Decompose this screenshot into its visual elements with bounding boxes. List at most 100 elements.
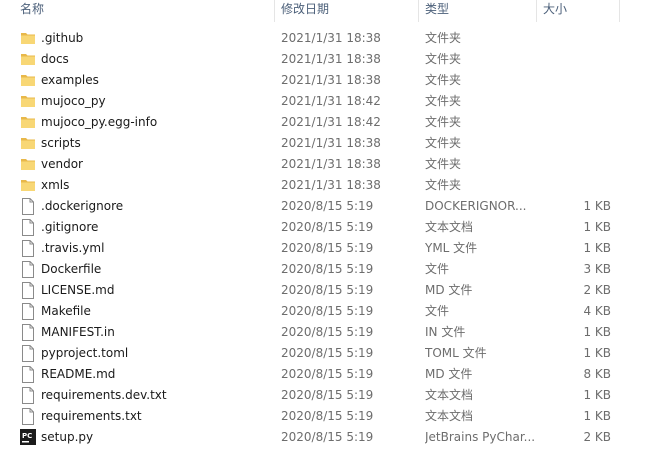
file-modified-date: 2021/1/31 18:38 (281, 31, 381, 45)
file-list: .github 2021/1/31 18:38 文件夹 docs 2021/1/31 1… (0, 28, 669, 448)
file-size: 3 KB (583, 262, 611, 276)
file-modified-date: 2021/1/31 18:38 (281, 136, 381, 150)
file-icon (20, 408, 36, 425)
file-name: mujoco_py.egg-info (41, 115, 158, 129)
file-type: 文件夹 (425, 157, 462, 171)
file-row[interactable]: Dockerfile 2020/8/15 5:19 文件 3 KB (0, 259, 669, 280)
folder-icon (20, 156, 36, 173)
file-row[interactable]: PC setup.py 2020/8/15 5:19 JetBrains PyChar… (0, 427, 669, 448)
file-type: 文本文档 (425, 409, 474, 423)
file-type: 文件夹 (425, 94, 462, 108)
file-modified-date: 2020/8/15 5:19 (281, 241, 374, 255)
file-type: 文件夹 (425, 52, 462, 66)
file-modified-date: 2021/1/31 18:38 (281, 178, 381, 192)
folder-icon (20, 72, 36, 89)
file-type: 文件夹 (425, 115, 462, 129)
file-row[interactable]: requirements.txt 2020/8/15 5:19 文本文档 1 KB (0, 406, 669, 427)
file-icon (20, 345, 36, 362)
file-size: 1 KB (583, 346, 611, 360)
pycharm-icon: PC (20, 429, 36, 446)
file-type: MD 文件 (425, 367, 473, 381)
file-name: examples (41, 73, 99, 87)
file-type: 文本文档 (425, 220, 474, 234)
file-row[interactable]: .dockerignore 2020/8/15 5:19 DOCKERIGNOR..… (0, 196, 669, 217)
file-row[interactable]: mujoco_py.egg-info 2021/1/31 18:42 文件夹 (0, 112, 669, 133)
file-size: 1 KB (583, 220, 611, 234)
file-row[interactable]: LICENSE.md 2020/8/15 5:19 MD 文件 2 KB (0, 280, 669, 301)
file-modified-date: 2020/8/15 5:19 (281, 430, 374, 444)
file-row[interactable]: Makefile 2020/8/15 5:19 文件 4 KB (0, 301, 669, 322)
file-name: .travis.yml (41, 241, 105, 255)
file-modified-date: 2020/8/15 5:19 (281, 388, 374, 402)
file-modified-date: 2020/8/15 5:19 (281, 199, 374, 213)
file-row[interactable]: xmls 2021/1/31 18:38 文件夹 (0, 175, 669, 196)
file-icon (20, 261, 36, 278)
file-modified-date: 2020/8/15 5:19 (281, 220, 374, 234)
file-row[interactable]: docs 2021/1/31 18:38 文件夹 (0, 49, 669, 70)
file-modified-date: 2021/1/31 18:42 (281, 115, 381, 129)
file-icon (20, 387, 36, 404)
file-type: MD 文件 (425, 283, 473, 297)
column-header-modified[interactable]: 修改日期 (275, 0, 417, 20)
file-row[interactable]: MANIFEST.in 2020/8/15 5:19 IN 文件 1 KB (0, 322, 669, 343)
file-row[interactable]: requirements.dev.txt 2020/8/15 5:19 文本文档 1 … (0, 385, 669, 406)
column-divider[interactable] (619, 0, 620, 22)
folder-icon (20, 93, 36, 110)
file-name: Makefile (41, 304, 91, 318)
folder-icon (20, 51, 36, 68)
file-size: 1 KB (583, 409, 611, 423)
file-row[interactable]: mujoco_py 2021/1/31 18:42 文件夹 (0, 91, 669, 112)
file-size (540, 28, 611, 49)
file-type: DOCKERIGNOR... (425, 199, 527, 213)
file-name: LICENSE.md (41, 283, 115, 297)
file-type: TOML 文件 (425, 346, 487, 360)
file-row[interactable]: .github 2021/1/31 18:38 文件夹 (0, 28, 669, 49)
file-type: 文件夹 (425, 136, 462, 150)
file-modified-date: 2021/1/31 18:42 (281, 94, 381, 108)
file-size: 8 KB (583, 367, 611, 381)
file-type: 文本文档 (425, 388, 474, 402)
file-size (540, 49, 611, 70)
file-explorer: 名称 修改日期 类型 大小 .github 2021/1/31 18:38 文件夹 d… (0, 0, 669, 467)
file-row[interactable]: README.md 2020/8/15 5:19 MD 文件 8 KB (0, 364, 669, 385)
file-type: 文件 (425, 304, 450, 318)
folder-icon (20, 114, 36, 131)
svg-text:PC: PC (22, 432, 32, 440)
file-row[interactable]: examples 2021/1/31 18:38 文件夹 (0, 70, 669, 91)
file-row[interactable]: scripts 2021/1/31 18:38 文件夹 (0, 133, 669, 154)
file-row[interactable]: vendor 2021/1/31 18:38 文件夹 (0, 154, 669, 175)
file-icon (20, 366, 36, 383)
file-modified-date: 2020/8/15 5:19 (281, 283, 374, 297)
file-name: Dockerfile (41, 262, 102, 276)
column-header-name[interactable]: 名称 (14, 0, 272, 20)
file-name: README.md (41, 367, 116, 381)
file-name: .github (41, 31, 84, 45)
file-modified-date: 2020/8/15 5:19 (281, 367, 374, 381)
file-name: xmls (41, 178, 70, 192)
file-name: .dockerignore (41, 199, 124, 213)
file-size (540, 154, 611, 175)
file-icon (20, 240, 36, 257)
file-size (540, 175, 611, 196)
file-modified-date: 2021/1/31 18:38 (281, 157, 381, 171)
file-name: requirements.dev.txt (41, 388, 167, 402)
file-row[interactable]: .gitignore 2020/8/15 5:19 文本文档 1 KB (0, 217, 669, 238)
file-name: MANIFEST.in (41, 325, 115, 339)
column-header-size[interactable]: 大小 (537, 0, 619, 20)
file-size: 2 KB (583, 283, 611, 297)
file-size: 1 KB (583, 241, 611, 255)
file-name: mujoco_py (41, 94, 106, 108)
folder-icon (20, 135, 36, 152)
file-name: .gitignore (41, 220, 99, 234)
file-modified-date: 2020/8/15 5:19 (281, 346, 374, 360)
file-icon (20, 219, 36, 236)
column-header-bar: 名称 修改日期 类型 大小 (0, 0, 669, 22)
column-header-type[interactable]: 类型 (419, 0, 535, 20)
file-row[interactable]: .travis.yml 2020/8/15 5:19 YML 文件 1 KB (0, 238, 669, 259)
file-modified-date: 2020/8/15 5:19 (281, 262, 374, 276)
file-size: 1 KB (583, 325, 611, 339)
file-type: 文件夹 (425, 178, 462, 192)
file-size (540, 133, 611, 154)
file-modified-date: 2020/8/15 5:19 (281, 325, 374, 339)
file-row[interactable]: pyproject.toml 2020/8/15 5:19 TOML 文件 1 KB (0, 343, 669, 364)
